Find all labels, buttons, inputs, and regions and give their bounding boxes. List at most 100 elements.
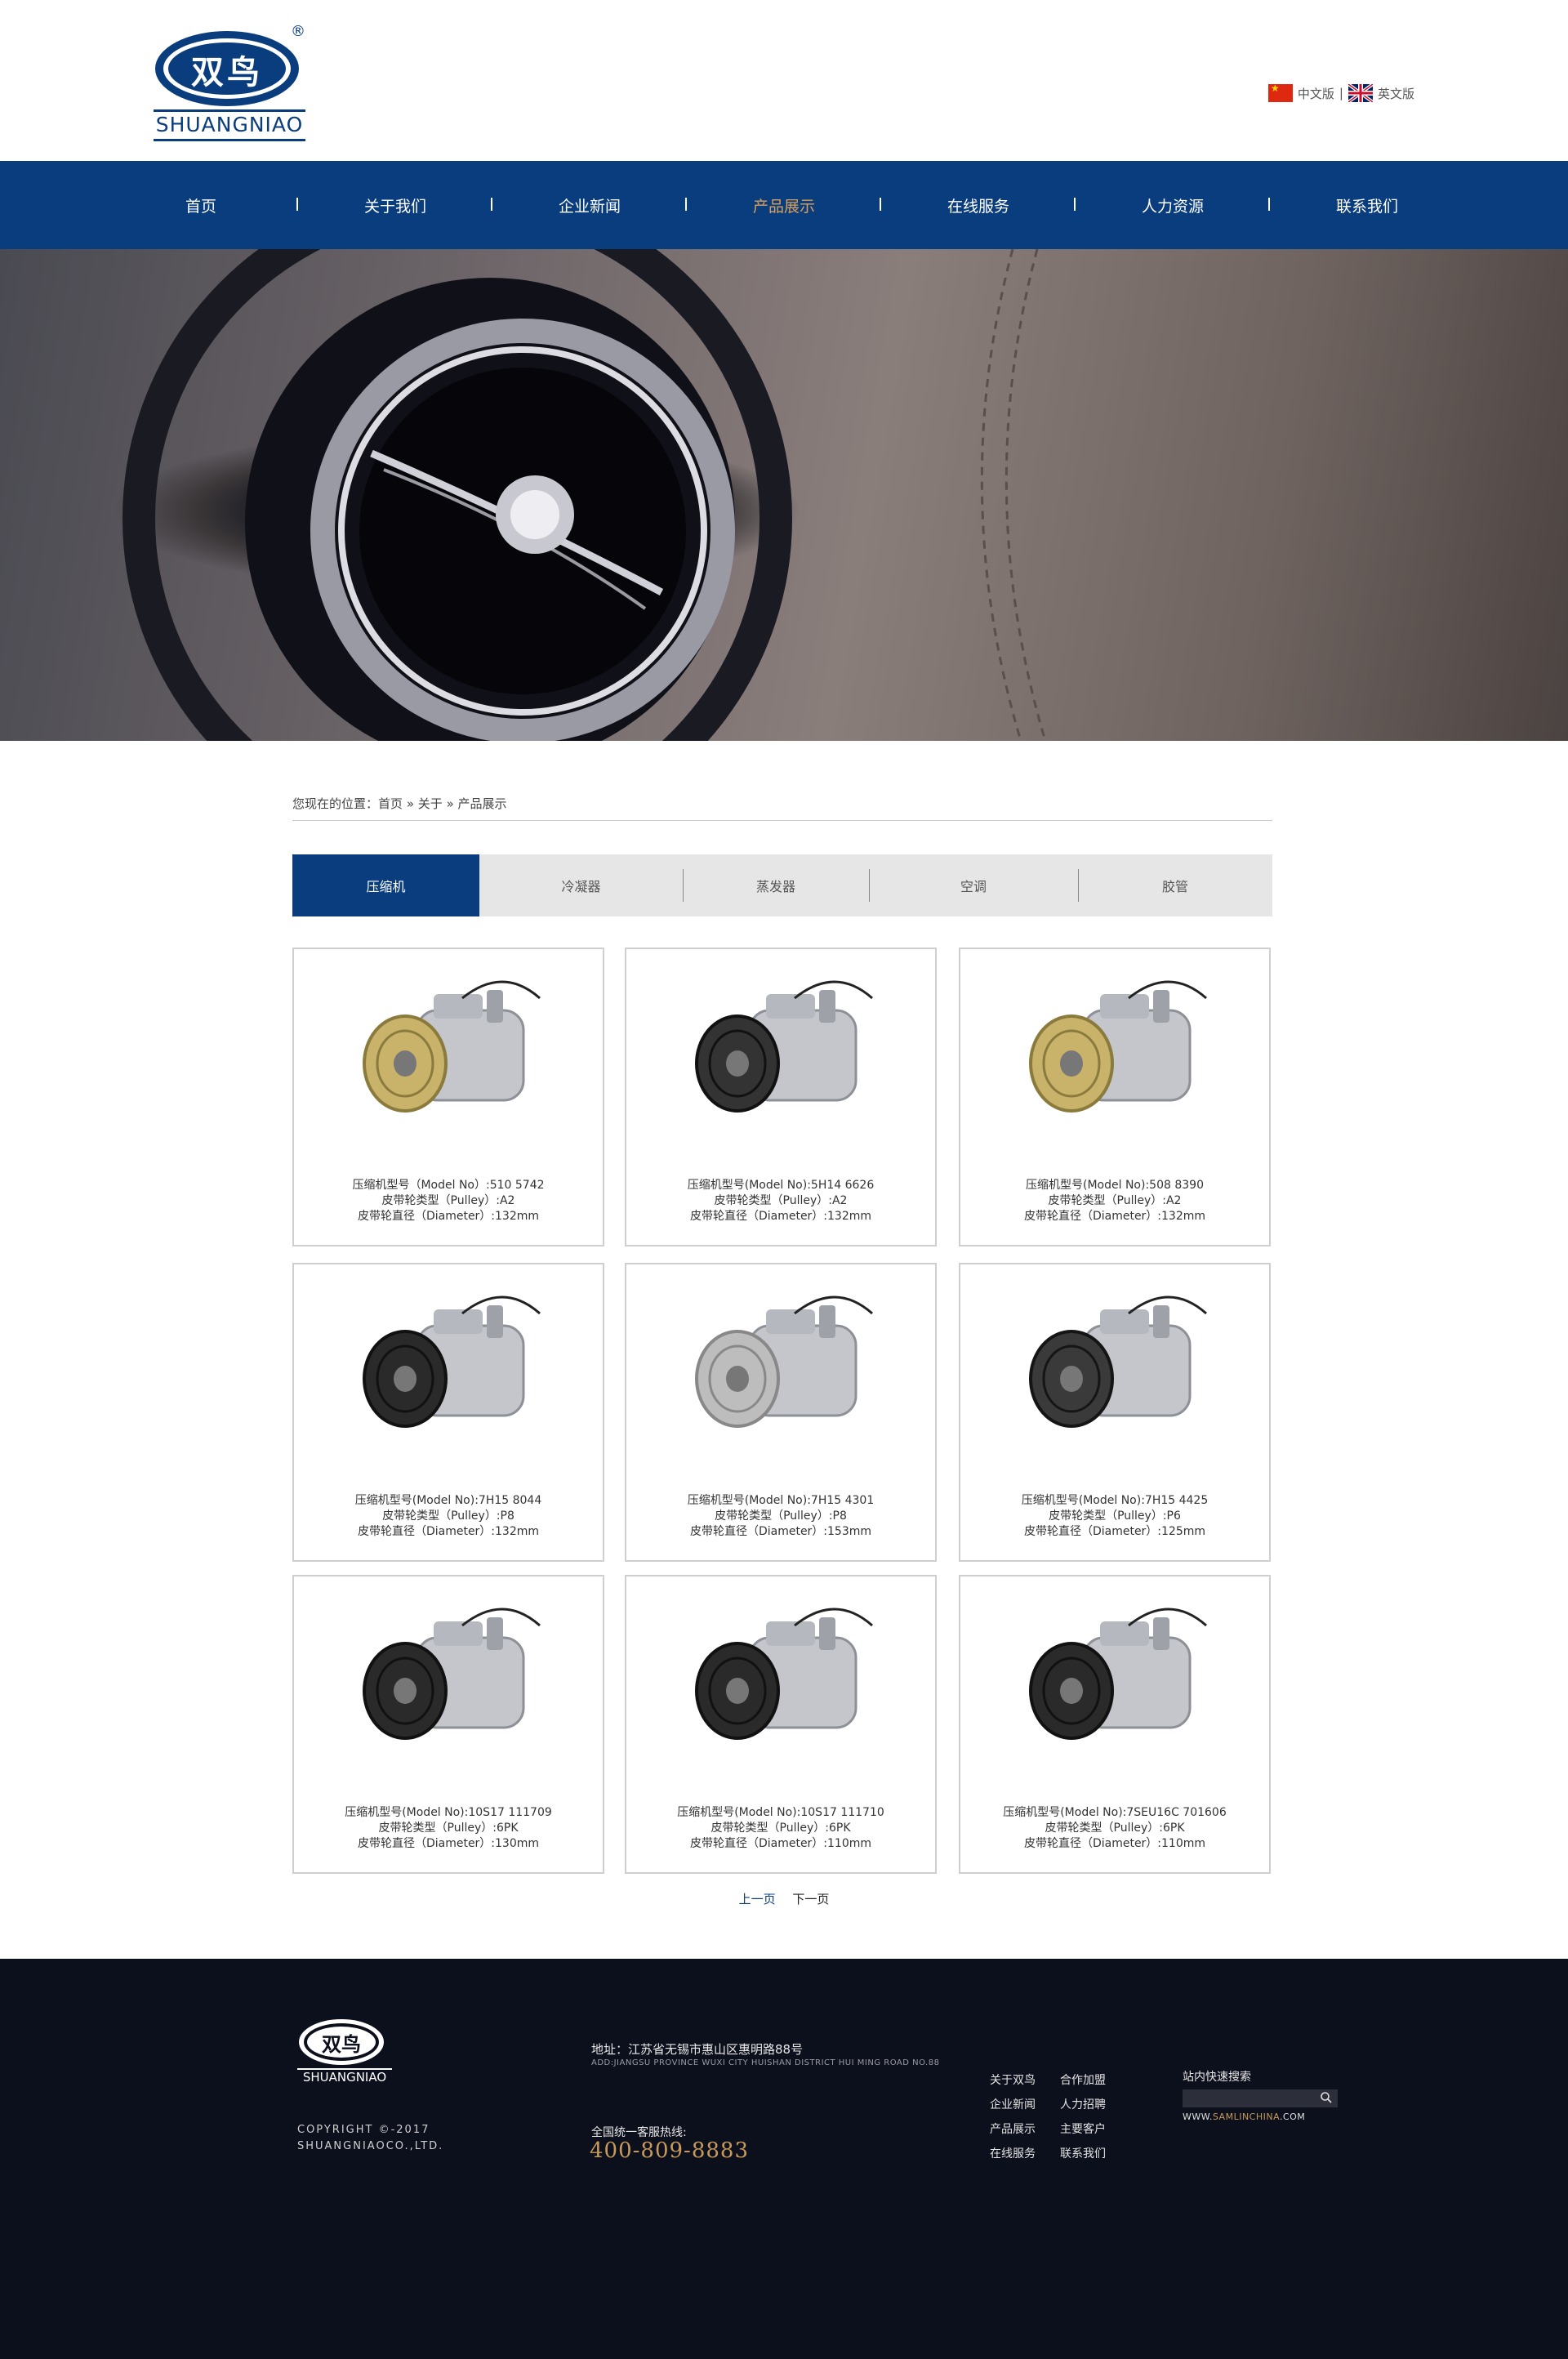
product-pulley: 皮带轮类型（Pulley）:P8 [382, 1509, 514, 1523]
product-model[interactable]: 压缩机型号(Model No):10S17 111709 [294, 1805, 603, 1821]
product-model[interactable]: 压缩机型号（Model No）:510 5742 [294, 1178, 603, 1193]
product-card[interactable]: 压缩机型号(Model No):508 8390 皮带轮类型（Pulley）:A2… [959, 948, 1271, 1246]
product-caption: 压缩机型号(Model No):7H15 4425 皮带轮类型（Pulley）:P… [960, 1493, 1269, 1540]
nav-products[interactable]: 产品展示 [687, 194, 881, 216]
nav-contact[interactable]: 联系我们 [1270, 194, 1464, 216]
hero-banner [0, 249, 1568, 741]
compressor-image[interactable] [672, 965, 893, 1153]
pagination: 上一页 下一页 [0, 1890, 1568, 1907]
footer-logo[interactable]: 双鸟 SHUANGNIAO [297, 2016, 392, 2089]
product-pulley: 皮带轮类型（Pulley）:6PK [710, 1822, 851, 1835]
next-page-link[interactable]: 下一页 [792, 1892, 829, 1906]
footer-logo-chinese: 双鸟 [322, 2033, 361, 2056]
product-card[interactable]: 压缩机型号(Model No):7H15 8044 皮带轮类型（Pulley）:P… [292, 1263, 604, 1562]
compressor-image[interactable] [340, 1281, 560, 1469]
product-card[interactable]: 压缩机型号(Model No):5H14 6626 皮带轮类型（Pulley）:A… [625, 948, 937, 1246]
breadcrumb-products[interactable]: 产品展示 [458, 796, 507, 811]
compressor-image[interactable] [1006, 965, 1227, 1153]
compressor-image[interactable] [340, 965, 560, 1153]
nav-home[interactable]: 首页 [104, 194, 298, 216]
product-model[interactable]: 压缩机型号(Model No):5H14 6626 [626, 1178, 935, 1193]
search-icon[interactable] [1320, 2091, 1333, 2107]
footer-copyright-line1: COPYRIGHT ©-2017 [297, 2124, 430, 2136]
brand-logo[interactable]: 双鸟 ® SHUANGNIAO [154, 23, 305, 144]
footer-hotline-label: 全国统一客服热线: [591, 2126, 687, 2139]
tab-condenser[interactable]: 冷凝器 [479, 854, 683, 916]
product-caption: 压缩机型号(Model No):5H14 6626 皮带轮类型（Pulley）:A… [626, 1178, 935, 1224]
compressor-image[interactable] [1006, 1593, 1227, 1781]
product-diameter: 皮带轮直径（Diameter）:132mm [357, 1525, 540, 1538]
product-diameter: 皮带轮直径（Diameter）:110mm [1023, 1837, 1206, 1850]
product-pulley: 皮带轮类型（Pulley）:A2 [714, 1194, 848, 1207]
prev-page-link[interactable]: 上一页 [739, 1892, 776, 1906]
compressor-image[interactable] [672, 1281, 893, 1469]
breadcrumb-home[interactable]: 首页 [378, 796, 403, 811]
lang-separator: | [1339, 86, 1343, 100]
product-model[interactable]: 压缩机型号(Model No):7SEU16C 701606 [960, 1805, 1269, 1821]
compressor-image[interactable] [1006, 1281, 1227, 1469]
footer-link-service[interactable]: 在线服务 [990, 2142, 1036, 2166]
footer-links-col1: 关于双鸟 企业新闻 产品展示 在线服务 [990, 2068, 1036, 2166]
tab-air-conditioner[interactable]: 空调 [869, 854, 1078, 916]
logo-chinese-text: 双鸟 [191, 54, 263, 91]
product-card[interactable]: 压缩机型号(Model No):10S17 111709 皮带轮类型（Pulley… [292, 1575, 604, 1874]
lang-chinese-link[interactable]: 中文版 [1298, 85, 1334, 102]
logo-english-text: SHUANGNIAO [155, 113, 304, 136]
china-flag-icon[interactable] [1267, 84, 1293, 102]
footer-links-col2: 合作加盟 人力招聘 主要客户 联系我们 [1060, 2068, 1106, 2166]
product-diameter: 皮带轮直径（Diameter）:153mm [689, 1525, 872, 1538]
product-diameter: 皮带轮直径（Diameter）:132mm [357, 1210, 540, 1223]
language-switcher: 中文版 | 英文版 [1267, 84, 1414, 102]
product-caption: 压缩机型号(Model No):7SEU16C 701606 皮带轮类型（Pull… [960, 1805, 1269, 1852]
product-card[interactable]: 压缩机型号(Model No):7SEU16C 701606 皮带轮类型（Pull… [959, 1575, 1271, 1874]
compressor-image[interactable] [340, 1593, 560, 1781]
tab-compressor[interactable]: 压缩机 [292, 854, 479, 916]
footer-search-input[interactable] [1183, 2089, 1338, 2107]
footer-link-about[interactable]: 关于双鸟 [990, 2068, 1036, 2093]
tab-evaporator[interactable]: 蒸发器 [683, 854, 869, 916]
footer-link-news[interactable]: 企业新闻 [990, 2093, 1036, 2117]
footer [0, 1959, 1568, 2359]
product-pulley: 皮带轮类型（Pulley）:P8 [715, 1509, 847, 1523]
product-diameter: 皮带轮直径（Diameter）:125mm [1023, 1525, 1206, 1538]
product-card[interactable]: 压缩机型号(Model No):7H15 4301 皮带轮类型（Pulley）:P… [625, 1263, 937, 1562]
footer-site-url[interactable]: WWW.SAMLINCHINA.COM [1183, 2112, 1305, 2122]
breadcrumb: 您现在的位置：首页 » 关于 » 产品展示 [292, 795, 1272, 821]
tab-hose[interactable]: 胶管 [1078, 854, 1272, 916]
footer-address-cn: 地址：江苏省无锡市惠山区惠明路88号 [591, 2042, 804, 2057]
uk-flag-icon[interactable] [1348, 84, 1373, 102]
nav-about[interactable]: 关于我们 [298, 194, 492, 216]
product-card[interactable]: 压缩机型号(Model No):10S17 111710 皮带轮类型（Pulley… [625, 1575, 937, 1874]
compressor-image[interactable] [672, 1593, 893, 1781]
product-model[interactable]: 压缩机型号(Model No):7H15 8044 [294, 1493, 603, 1509]
footer-site-brand: SAMLINCHINA [1212, 2112, 1280, 2122]
footer-link-recruit[interactable]: 人力招聘 [1060, 2093, 1106, 2117]
footer-hotline-number: 400-809-8883 [590, 2138, 749, 2163]
product-model[interactable]: 压缩机型号(Model No):508 8390 [960, 1178, 1269, 1193]
product-caption: 压缩机型号(Model No):10S17 111709 皮带轮类型（Pulley… [294, 1805, 603, 1852]
breadcrumb-about[interactable]: 关于 [418, 796, 443, 811]
footer-link-franchise[interactable]: 合作加盟 [1060, 2068, 1106, 2093]
product-pulley: 皮带轮类型（Pulley）:A2 [1048, 1194, 1182, 1207]
product-caption: 压缩机型号（Model No）:510 5742 皮带轮类型（Pulley）:A2… [294, 1178, 603, 1224]
product-card[interactable]: 压缩机型号（Model No）:510 5742 皮带轮类型（Pulley）:A2… [292, 948, 604, 1246]
lang-english-link[interactable]: 英文版 [1378, 85, 1414, 102]
footer-link-products[interactable]: 产品展示 [990, 2117, 1036, 2142]
footer-link-clients[interactable]: 主要客户 [1060, 2117, 1106, 2142]
footer-logo-english: SHUANGNIAO [302, 2070, 387, 2085]
product-model[interactable]: 压缩机型号(Model No):7H15 4301 [626, 1493, 935, 1509]
nav-news[interactable]: 企业新闻 [492, 194, 687, 216]
product-model[interactable]: 压缩机型号(Model No):10S17 111710 [626, 1805, 935, 1821]
product-caption: 压缩机型号(Model No):10S17 111710 皮带轮类型（Pulley… [626, 1805, 935, 1852]
nav-service[interactable]: 在线服务 [881, 194, 1076, 216]
footer-address-en: ADD:JIANGSU PROVINCE WUXI CITY HUISHAN D… [591, 2058, 940, 2067]
footer-link-contact[interactable]: 联系我们 [1060, 2142, 1106, 2166]
product-diameter: 皮带轮直径（Diameter）:130mm [357, 1837, 540, 1850]
logo-divider [154, 109, 305, 112]
product-model[interactable]: 压缩机型号(Model No):7H15 4425 [960, 1493, 1269, 1509]
nav-hr[interactable]: 人力资源 [1076, 194, 1270, 216]
breadcrumb-sep: » [406, 796, 414, 811]
product-card[interactable]: 压缩机型号(Model No):7H15 4425 皮带轮类型（Pulley）:P… [959, 1263, 1271, 1562]
product-caption: 压缩机型号(Model No):508 8390 皮带轮类型（Pulley）:A2… [960, 1178, 1269, 1224]
product-pulley: 皮带轮类型（Pulley）:6PK [378, 1822, 519, 1835]
